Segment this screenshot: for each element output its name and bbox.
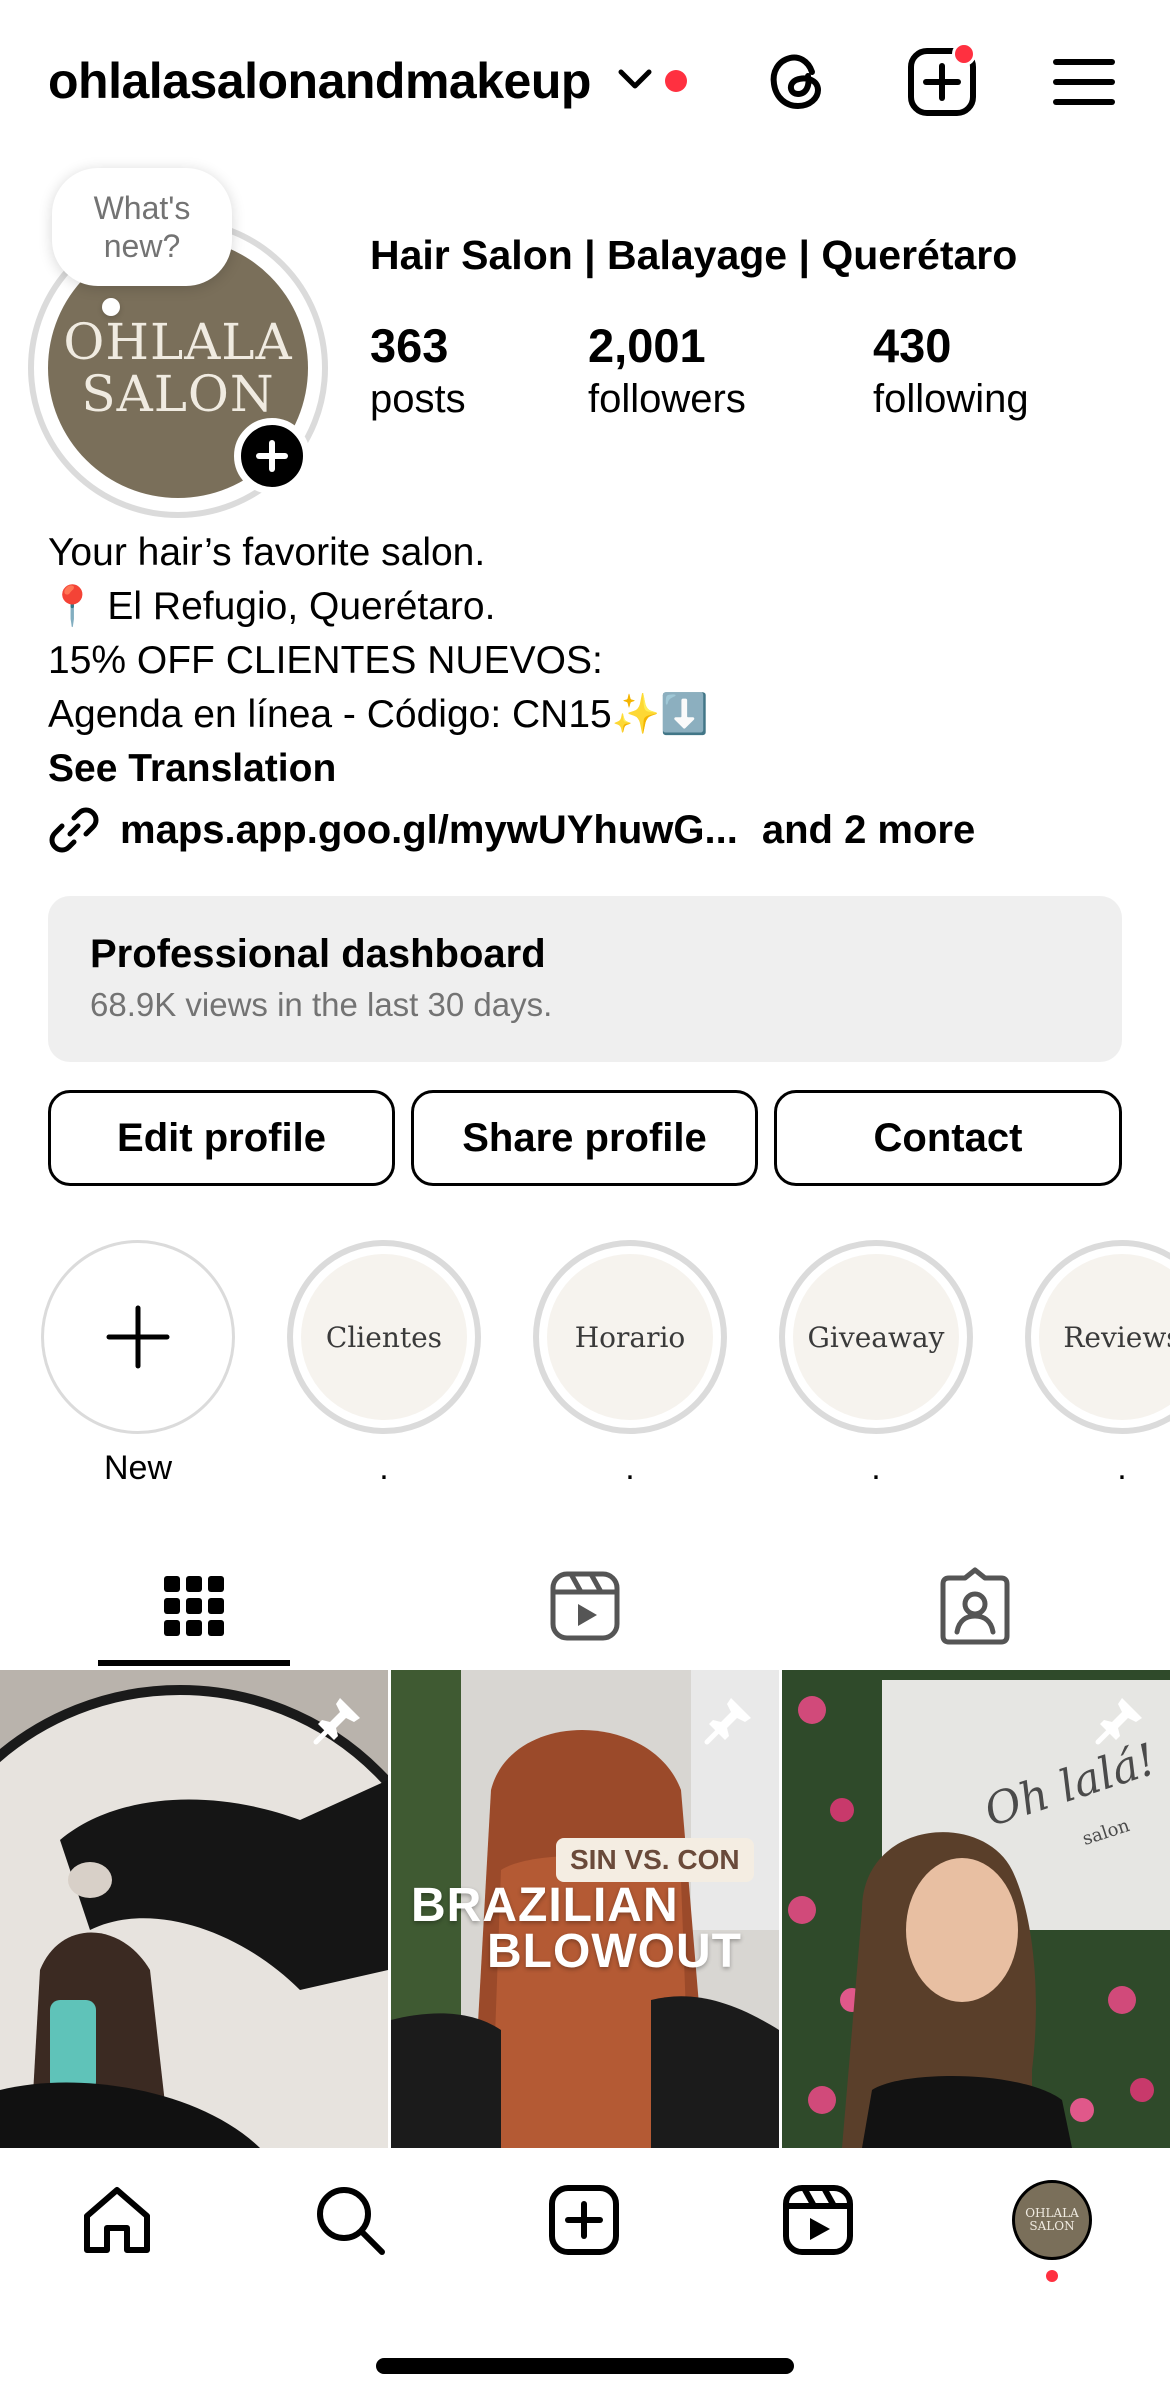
highlight-caption: . bbox=[625, 1449, 635, 1487]
share-profile-button[interactable]: Share profile bbox=[411, 1090, 758, 1186]
post-tile-3[interactable]: Oh lalá! salon bbox=[782, 1670, 1170, 2148]
highlight-title: Clientes bbox=[301, 1254, 467, 1420]
highlight-giveaway[interactable]: Giveaway . bbox=[779, 1240, 973, 1490]
contact-button[interactable]: Contact bbox=[774, 1090, 1122, 1186]
edit-profile-button[interactable]: Edit profile bbox=[48, 1090, 395, 1186]
post-2-tag: SIN VS. CON bbox=[556, 1838, 754, 1882]
stat-followers-label: followers bbox=[588, 377, 746, 421]
hamburger-menu-icon[interactable] bbox=[1052, 56, 1116, 108]
create-icon[interactable] bbox=[546, 2182, 622, 2258]
reels-nav-icon[interactable] bbox=[780, 2182, 856, 2258]
pin-icon bbox=[1095, 1698, 1142, 1745]
top-bar: ohlalasalonandmakeup bbox=[0, 0, 1170, 160]
highlight-caption: New bbox=[103, 1449, 173, 1487]
bio-link-url[interactable]: maps.app.goo.gl/mywUYhuwG... bbox=[120, 808, 738, 853]
stat-posts-value: 363 bbox=[370, 319, 449, 372]
create-notification-dot bbox=[952, 42, 976, 66]
grid-icon[interactable] bbox=[154, 1566, 234, 1646]
highlight-ring: Horario bbox=[533, 1240, 727, 1434]
highlight-clientes[interactable]: Clientes . bbox=[287, 1240, 481, 1490]
account-username[interactable]: ohlalasalonandmakeup bbox=[48, 52, 591, 110]
avatar-text-line1: OHLALA bbox=[63, 313, 293, 371]
plus-icon bbox=[106, 1305, 170, 1369]
link-icon bbox=[49, 807, 99, 853]
bio-line-4: Agenda en línea - Código: CN15✨⬇️ bbox=[48, 693, 709, 736]
see-translation-link[interactable]: See Translation bbox=[48, 742, 709, 796]
highlight-ring: Reviews bbox=[1025, 1240, 1170, 1434]
home-indicator bbox=[376, 2358, 794, 2374]
profile-notification-dot bbox=[1046, 2270, 1058, 2282]
plus-icon bbox=[256, 440, 288, 472]
post-tile-2[interactable]: SIN VS. CON BRAZILIAN BLOWOUT bbox=[391, 1670, 779, 2148]
note-bubble-tail bbox=[102, 298, 120, 316]
notification-dot bbox=[665, 70, 687, 92]
highlight-ring: Giveaway bbox=[779, 1240, 973, 1434]
bio-line-2: 📍 El Refugio, Querétaro. bbox=[48, 585, 496, 628]
professional-dashboard[interactable]: Professional dashboard 68.9K views in th… bbox=[48, 896, 1122, 1062]
bio-links[interactable]: maps.app.goo.gl/mywUYhuwG... and 2 more bbox=[48, 800, 975, 860]
post-2-title-2: BLOWOUT bbox=[487, 1925, 742, 1978]
pin-icon bbox=[704, 1698, 751, 1745]
note-text-line1: What's bbox=[93, 190, 191, 226]
bio-line-1: Your hair’s favorite salon. bbox=[48, 531, 486, 574]
home-icon[interactable] bbox=[79, 2182, 155, 2258]
pin-icon bbox=[313, 1698, 360, 1745]
profile-category: Hair Salon | Balayage | Querétaro bbox=[370, 232, 1018, 278]
profile-bio: Your hair’s favorite salon. 📍 El Refugio… bbox=[48, 526, 709, 796]
profile-tabs bbox=[0, 1540, 1170, 1670]
add-story-button[interactable] bbox=[234, 418, 310, 494]
highlight-ring: Clientes bbox=[287, 1240, 481, 1434]
search-icon[interactable] bbox=[312, 2182, 388, 2258]
tagged-icon[interactable] bbox=[935, 1566, 1015, 1646]
highlight-title: Giveaway bbox=[793, 1254, 959, 1420]
stat-following-label: following bbox=[873, 377, 1029, 421]
stat-following-value: 430 bbox=[873, 319, 952, 372]
threads-icon[interactable] bbox=[762, 46, 832, 116]
highlight-horario[interactable]: Horario . bbox=[533, 1240, 727, 1490]
post-tile-1[interactable] bbox=[0, 1670, 388, 2148]
dashboard-subtitle: 68.9K views in the last 30 days. bbox=[90, 986, 553, 1023]
highlight-reviews[interactable]: Reviews . bbox=[1025, 1240, 1170, 1490]
highlight-new[interactable]: New bbox=[41, 1240, 235, 1490]
reels-icon[interactable] bbox=[545, 1566, 625, 1646]
stat-posts-label: posts bbox=[370, 377, 466, 421]
highlight-title: Reviews bbox=[1039, 1254, 1170, 1420]
bio-line-3: 15% OFF CLIENTES NUEVOS: bbox=[48, 639, 603, 682]
note-text-line2: new? bbox=[103, 228, 181, 264]
stat-followers[interactable]: 2,001 followers bbox=[588, 318, 746, 424]
profile-nav-avatar[interactable]: OHLALA SALON bbox=[1012, 2180, 1092, 2260]
dashboard-title: Professional dashboard bbox=[90, 932, 546, 976]
highlight-caption: . bbox=[379, 1449, 389, 1487]
highlight-title: Horario bbox=[547, 1254, 713, 1420]
active-tab-indicator bbox=[98, 1660, 290, 1666]
note-bubble[interactable]: What's new? bbox=[52, 168, 232, 286]
bio-link-more[interactable]: and 2 more bbox=[762, 808, 975, 853]
avatar-text-line2: SALON bbox=[81, 365, 275, 423]
stat-posts[interactable]: 363 posts bbox=[370, 318, 466, 424]
stat-following[interactable]: 430 following bbox=[873, 318, 1029, 424]
chevron-down-icon[interactable] bbox=[615, 64, 655, 94]
highlight-caption: . bbox=[871, 1449, 881, 1487]
nav-avatar-line2: SALON bbox=[1029, 2219, 1075, 2233]
highlight-caption: . bbox=[1117, 1449, 1127, 1487]
highlight-new-ring bbox=[41, 1240, 235, 1434]
stat-followers-value: 2,001 bbox=[588, 319, 706, 372]
